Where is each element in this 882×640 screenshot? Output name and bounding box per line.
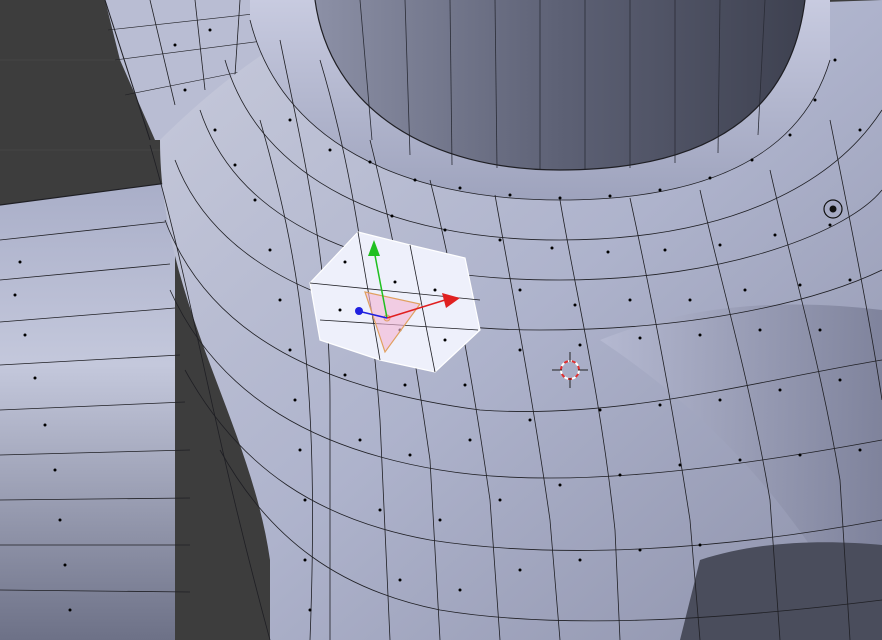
z-axis-end-icon[interactable] — [355, 307, 363, 315]
3d-viewport[interactable] — [0, 0, 882, 640]
scene-canvas[interactable] — [0, 0, 882, 640]
left-cylinder-mesh[interactable] — [0, 181, 191, 640]
